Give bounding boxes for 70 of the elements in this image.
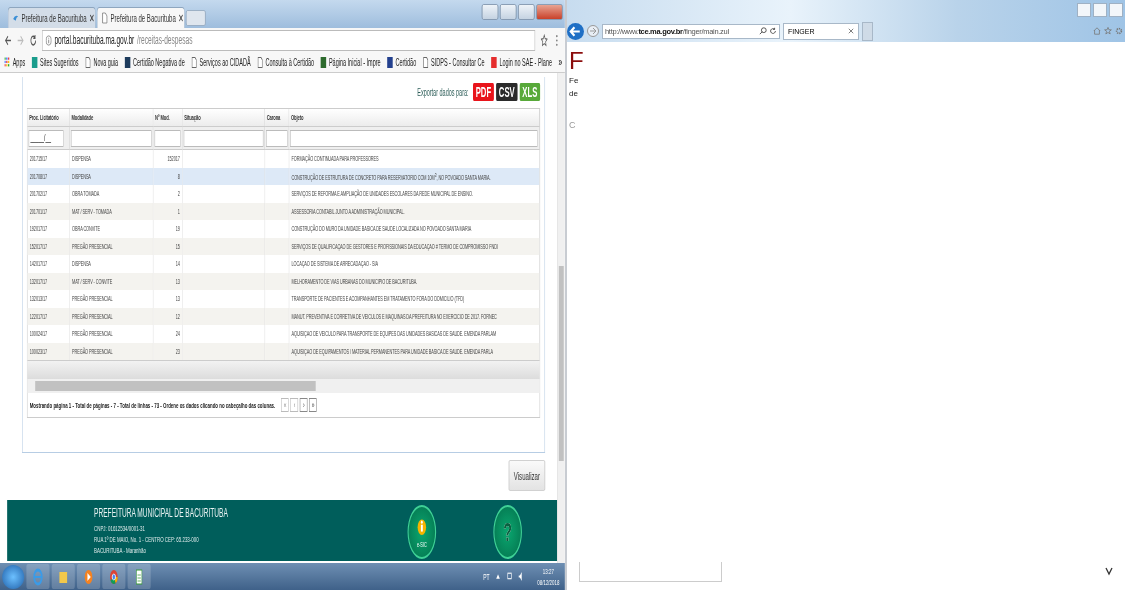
- filter-field[interactable]: [266, 129, 288, 147]
- footer-text: BACURITUBA - Maranhão: [94, 546, 147, 555]
- refresh-icon[interactable]: [769, 27, 777, 35]
- page-text: F: [569, 48, 583, 74]
- pagination-text: Mostrando página 1 - Total de páginas - 7 - Total de linhas - 73 - Ordene os dados clicando no cabeçalho das colunas.: [29, 400, 276, 410]
- apps-grid-icon: [4, 56, 10, 68]
- page-text: de: [569, 88, 579, 100]
- bookmark[interactable]: Apps: [4, 56, 26, 68]
- page-text: C: [569, 120, 577, 130]
- page-button[interactable]: ›: [300, 398, 308, 412]
- star-icon[interactable]: [1104, 27, 1112, 35]
- bookmark[interactable]: Serviços ao CIDADÃ: [191, 56, 251, 68]
- input-field[interactable]: [579, 562, 722, 582]
- bookmark[interactable]: Nova guia: [85, 56, 119, 68]
- browser-tab[interactable]: Prefeitura de Bacurituba: [7, 7, 96, 28]
- maximize-button[interactable]: [1093, 3, 1107, 17]
- maximize-button[interactable]: [518, 4, 535, 20]
- view-button[interactable]: Visualizar: [508, 460, 546, 491]
- chrome-icon[interactable]: [102, 564, 126, 589]
- page-icon: [257, 56, 263, 68]
- page-icon: [422, 56, 429, 68]
- page-text: Fe: [569, 75, 580, 87]
- export-button[interactable]: CSV: [496, 83, 518, 101]
- bookmark[interactable]: Certidão Negativa de: [124, 56, 185, 68]
- forward-icon[interactable]: [587, 25, 599, 37]
- export-button[interactable]: PDF: [473, 83, 494, 101]
- browser-tab[interactable]: Prefeitura de Bacurituba: [96, 7, 185, 28]
- page-icon: [85, 56, 91, 68]
- filter-field[interactable]: [154, 129, 181, 147]
- bookmark[interactable]: Sites Sugeridos: [31, 56, 79, 68]
- back-icon[interactable]: [567, 22, 584, 40]
- filter-field[interactable]: [70, 129, 152, 147]
- media-player-icon[interactable]: [77, 564, 101, 589]
- bookmark[interactable]: Página Inicial - Impre: [320, 56, 381, 68]
- filter-field[interactable]: [290, 129, 538, 147]
- filter-field[interactable]: [183, 129, 264, 147]
- footer-title: PREFEITURA MUNICIPAL DE BACURITUBA: [94, 506, 229, 520]
- filter-field[interactable]: _____/__: [28, 129, 64, 147]
- close-button[interactable]: [1109, 3, 1123, 17]
- folder-icon[interactable]: [51, 564, 75, 589]
- browser-icon[interactable]: [26, 564, 50, 589]
- page-icon: [191, 56, 197, 68]
- start-button[interactable]: [2, 564, 25, 589]
- bookmark[interactable]: Consulta à Certidão: [257, 56, 315, 68]
- page-icon: [101, 12, 108, 24]
- minimize-button[interactable]: [499, 4, 517, 20]
- close-button[interactable]: [536, 4, 563, 20]
- footer-text: CNPJ: 01612534/0001-31: [94, 524, 146, 533]
- address-field[interactable]: portal.bacurituba.ma.gov.br /receitas-despesas: [42, 29, 536, 51]
- horizontal-scrollbar[interactable]: [27, 379, 540, 393]
- bookmark[interactable]: SIDPS - Consultar Ce: [422, 56, 485, 68]
- export-label: Exportar dados para:: [417, 86, 469, 98]
- new-tab-button[interactable]: [862, 21, 873, 41]
- search-icon[interactable]: [759, 27, 767, 35]
- minimize-button[interactable]: [1077, 3, 1091, 17]
- settings-icon[interactable]: [1115, 27, 1123, 35]
- more-bookmarks-button[interactable]: »: [558, 55, 563, 69]
- page-button[interactable]: »: [309, 398, 318, 412]
- vertical-scrollbar[interactable]: [557, 73, 565, 563]
- home-icon[interactable]: [1093, 27, 1101, 35]
- bookmark[interactable]: Certidão: [387, 56, 417, 68]
- bookmark[interactable]: Login no SAE - Plane: [491, 56, 552, 68]
- speaker-icon[interactable]: [518, 571, 525, 582]
- clock-time: 13:27: [542, 565, 554, 577]
- language-indicator[interactable]: PT: [483, 571, 490, 582]
- clock-date: 08/12/2018: [537, 576, 560, 588]
- spreadsheet-icon[interactable]: [127, 564, 151, 589]
- close-icon[interactable]: [848, 28, 854, 34]
- footer-text: RUA 1º DE MAIO, No. 1 - CENTRO CEP: 65.233-000: [94, 535, 200, 544]
- chevron-down-icon[interactable]: [1105, 566, 1113, 576]
